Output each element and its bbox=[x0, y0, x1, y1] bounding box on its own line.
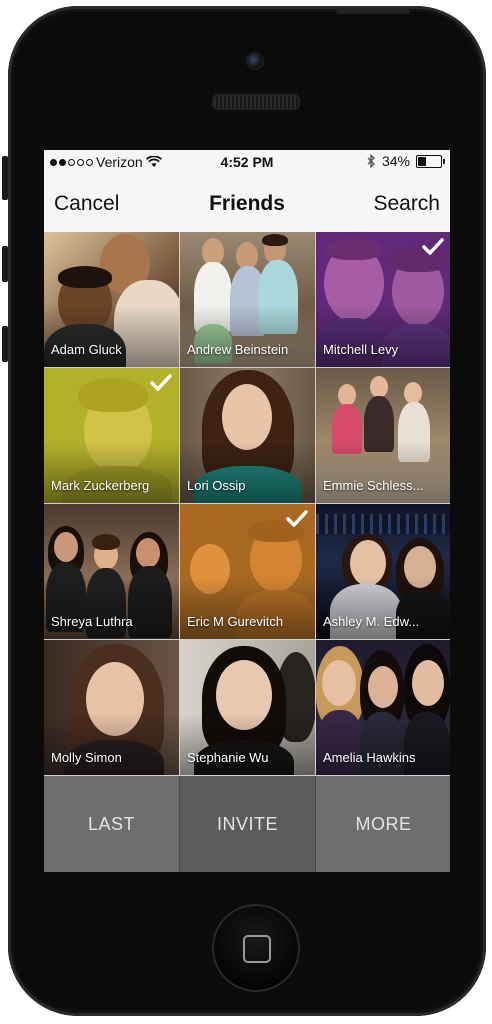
friend-name: Stephanie Wu bbox=[187, 750, 269, 765]
more-button[interactable]: MORE bbox=[316, 776, 450, 872]
friend-tile[interactable]: Molly Simon bbox=[44, 640, 179, 775]
home-button[interactable] bbox=[212, 904, 300, 992]
friend-name: Shreya Luthra bbox=[51, 614, 133, 629]
friend-name: Mark Zuckerberg bbox=[51, 478, 150, 493]
friend-name: Andrew Beinstein bbox=[187, 342, 289, 357]
friend-name: Emmie Schless... bbox=[323, 478, 424, 493]
screen: Verizon 4:52 PM 34% Cancel Friends Searc… bbox=[44, 150, 450, 872]
friend-tile[interactable]: Eric M Gurevitch bbox=[180, 504, 315, 639]
nav-bar: Cancel Friends Search bbox=[44, 176, 450, 232]
friend-name: Adam Gluck bbox=[51, 342, 122, 357]
earpiece-speaker bbox=[212, 94, 300, 110]
last-button[interactable]: LAST bbox=[44, 776, 179, 872]
friend-name: Mitchell Levy bbox=[323, 342, 399, 357]
friend-name: Molly Simon bbox=[51, 750, 122, 765]
friend-tile[interactable]: Lori Ossip bbox=[180, 368, 315, 503]
front-camera bbox=[246, 52, 264, 70]
friend-tile[interactable]: Amelia Hawkins bbox=[316, 640, 450, 775]
friend-tile[interactable]: Andrew Beinstein bbox=[180, 232, 315, 367]
friend-name: Amelia Hawkins bbox=[323, 750, 416, 765]
status-bar: Verizon 4:52 PM 34% bbox=[44, 150, 450, 176]
search-button[interactable]: Search bbox=[373, 192, 440, 216]
checkmark-icon bbox=[286, 510, 308, 527]
friend-tile[interactable]: Ashley M. Edw... bbox=[316, 504, 450, 639]
checkmark-icon bbox=[422, 238, 444, 255]
friends-grid: Adam Gluck Andrew Beinstein Mitchell Lev… bbox=[44, 232, 450, 776]
power-button bbox=[336, 8, 410, 14]
friend-tile[interactable]: Mitchell Levy bbox=[316, 232, 450, 367]
checkmark-icon bbox=[150, 374, 172, 391]
status-right: 34% bbox=[367, 153, 445, 169]
action-bar: LAST INVITE MORE bbox=[44, 776, 450, 872]
friend-tile[interactable]: Stephanie Wu bbox=[180, 640, 315, 775]
friend-tile[interactable]: Adam Gluck bbox=[44, 232, 179, 367]
friend-tile[interactable]: Emmie Schless... bbox=[316, 368, 450, 503]
friend-tile[interactable]: Mark Zuckerberg bbox=[44, 368, 179, 503]
battery-icon bbox=[416, 154, 445, 168]
friend-tile[interactable]: Shreya Luthra bbox=[44, 504, 179, 639]
volume-up-button bbox=[2, 246, 8, 282]
friend-name: Ashley M. Edw... bbox=[323, 614, 420, 629]
volume-down-button bbox=[2, 326, 8, 362]
home-square-icon bbox=[243, 935, 271, 963]
friend-name: Lori Ossip bbox=[187, 478, 246, 493]
invite-button[interactable]: INVITE bbox=[180, 776, 315, 872]
battery-percent: 34% bbox=[381, 153, 410, 169]
bluetooth-icon bbox=[367, 154, 376, 168]
friend-name: Eric M Gurevitch bbox=[187, 614, 284, 629]
mute-switch bbox=[2, 156, 8, 200]
